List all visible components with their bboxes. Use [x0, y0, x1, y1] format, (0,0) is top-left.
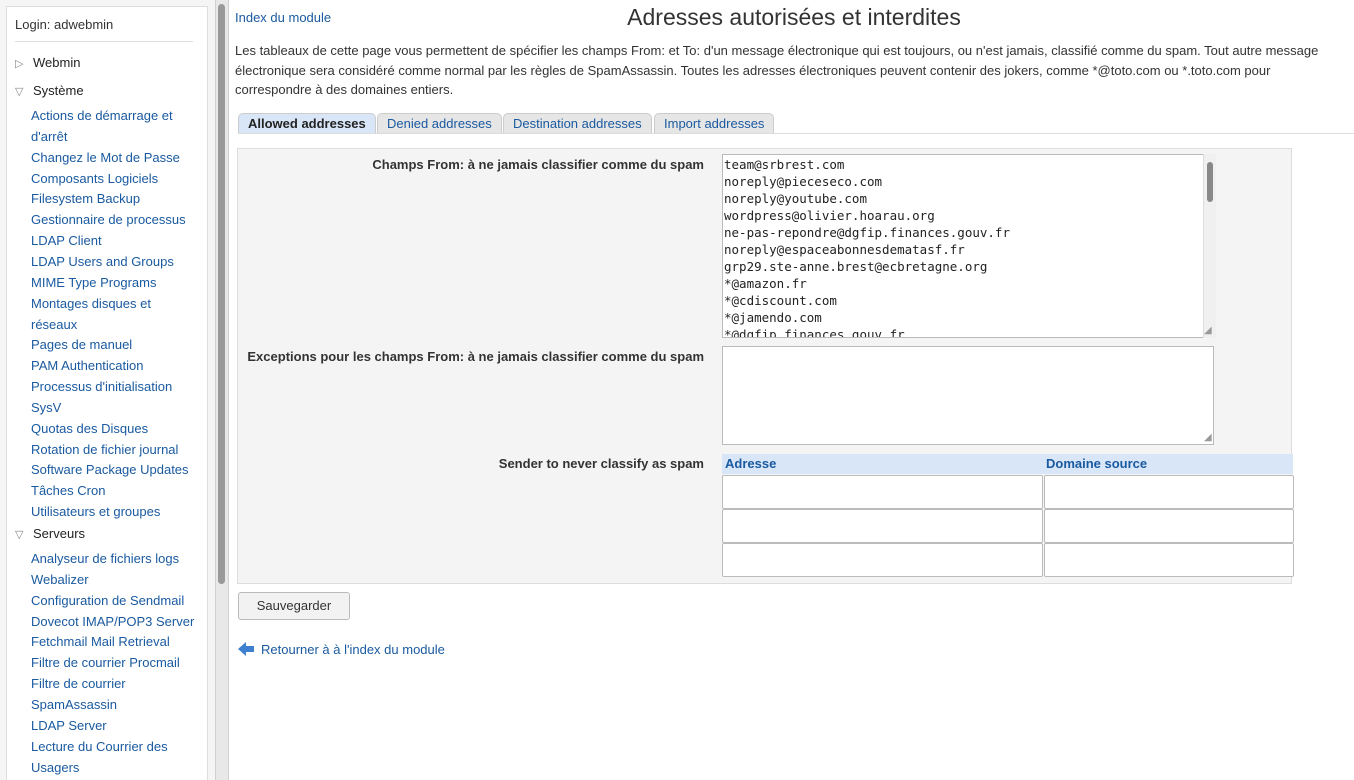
sidebar-item[interactable]: Pages de manuel — [31, 334, 203, 355]
sidebar-item[interactable]: Quotas des Disques — [31, 418, 203, 439]
sender-table-header: Adresse Domaine source — [722, 454, 1293, 474]
chevron-down-icon: ▽ — [15, 529, 24, 541]
intro-text: Les tableaux de cette page vous permette… — [235, 43, 1319, 97]
sidebar-item[interactable]: Filesystem Backup — [31, 188, 203, 209]
sidebar-scrollbar[interactable] — [215, 0, 229, 780]
resize-grip-icon[interactable]: ◢ — [1204, 433, 1214, 443]
arrow-left-icon — [238, 642, 254, 656]
from-label: Champs From: à ne jamais classifier comm… — [372, 157, 704, 172]
sidebar-panel: Login: adwebmin ▷ Webmin ▽ Système Actions… — [6, 6, 208, 780]
save-button[interactable]: Sauvegarder — [238, 592, 350, 620]
tab-allowed-addresses[interactable]: Allowed addresses — [238, 113, 376, 133]
sender-address-input-1[interactable] — [722, 475, 1043, 509]
chevron-right-icon: ▷ — [15, 58, 24, 70]
sidebar-item[interactable]: Composants Logiciels — [31, 168, 203, 189]
sender-domain-input-2[interactable] — [1044, 509, 1294, 543]
sidebar-item[interactable]: Analyseur de fichiers logs — [31, 548, 203, 569]
sidebar-item[interactable]: Actions de démarrage et — [31, 105, 203, 126]
sender-address-input-3[interactable] — [722, 543, 1043, 577]
allowed-addresses-form: Champs From: à ne jamais classifier comm… — [237, 148, 1294, 584]
category-serveurs[interactable]: ▽ Serveurs — [15, 526, 85, 541]
exceptions-label: Exceptions pour les champs From: à ne ja… — [247, 349, 704, 364]
resize-grip-icon[interactable]: ◢ — [1204, 326, 1214, 336]
sidebar-item[interactable]: Filtre de courrier Procmail — [31, 652, 203, 673]
sidebar-item[interactable]: Filtre de courrier — [31, 673, 203, 694]
scroll-thumb[interactable] — [1207, 162, 1213, 202]
category-systeme[interactable]: ▽ Système — [15, 83, 84, 98]
return-link[interactable]: Retourner à à l'index du module — [261, 642, 445, 657]
sidebar-item[interactable]: Utilisateurs et groupes — [31, 501, 203, 522]
sidebar-item[interactable]: Software Package Updates — [31, 459, 203, 480]
sidebar-item[interactable]: Webalizer — [31, 569, 203, 590]
sender-domain-input-1[interactable] — [1044, 475, 1294, 509]
sidebar-item[interactable]: Rotation de fichier journal — [31, 439, 203, 460]
sender-address-input-2[interactable] — [722, 509, 1043, 543]
category-label: Système — [33, 83, 84, 98]
login-label: Login: adwebmin — [15, 17, 114, 32]
category-label: Serveurs — [33, 526, 86, 541]
sidebar-item[interactable]: d'arrêt — [31, 126, 203, 147]
sidebar-item[interactable]: Dovecot IMAP/POP3 Server — [31, 611, 203, 632]
column-address: Adresse — [725, 456, 777, 471]
exceptions-textarea-wrap: ◢ — [722, 346, 1216, 445]
login-divider — [15, 41, 193, 42]
module-index-link[interactable]: Index du module — [235, 10, 331, 25]
from-addresses-textarea[interactable] — [722, 154, 1214, 338]
sidebar: Login: adwebmin ▷ Webmin ▽ Système Actions… — [0, 0, 215, 780]
scroll-thumb[interactable] — [218, 4, 225, 584]
sidebar-item[interactable]: LDAP Users and Groups — [31, 251, 203, 272]
chevron-down-icon: ▽ — [15, 86, 24, 98]
sidebar-item[interactable]: PAM Authentication — [31, 355, 203, 376]
tab-destination-addresses[interactable]: Destination addresses — [503, 113, 652, 133]
sidebar-item[interactable]: Gestionnaire de processus — [31, 209, 203, 230]
sidebar-item[interactable]: SpamAssassin — [31, 694, 203, 715]
sender-label: Sender to never classify as spam — [498, 456, 704, 471]
sidebar-item[interactable]: Tâches Cron — [31, 480, 203, 501]
main-content: Adresses autorisées et interdites Index … — [229, 0, 1354, 780]
tab-import-addresses[interactable]: Import addresses — [654, 113, 775, 133]
category-label: Webmin — [33, 55, 81, 70]
exceptions-textarea[interactable] — [722, 346, 1214, 445]
page-title: Adresses autorisées et interdites — [627, 4, 961, 30]
sidebar-item[interactable]: MIME Type Programs — [31, 272, 203, 293]
sidebar-item[interactable]: Fetchmail Mail Retrieval — [31, 631, 203, 652]
tab-denied-addresses[interactable]: Denied addresses — [377, 113, 502, 133]
from-textarea-wrap: ◢ — [722, 154, 1216, 338]
sender-domain-input-3[interactable] — [1044, 543, 1294, 577]
category-webmin[interactable]: ▷ Webmin — [15, 55, 80, 70]
sidebar-item[interactable]: Changez le Mot de Passe — [31, 147, 203, 168]
sidebar-item[interactable]: Processus d'initialisation — [31, 376, 203, 397]
sidebar-item[interactable]: réseaux — [31, 314, 203, 335]
sidebar-item[interactable]: Configuration de Sendmail — [31, 590, 203, 611]
sidebar-item[interactable]: LDAP Server — [31, 715, 203, 736]
tab-divider — [238, 133, 1354, 134]
sidebar-item[interactable]: Lecture du Courrier des — [31, 736, 203, 757]
sidebar-item[interactable]: LDAP Client — [31, 230, 203, 251]
sidebar-item[interactable]: Usagers — [31, 757, 203, 778]
from-textarea-scrollbar[interactable] — [1203, 154, 1216, 338]
column-source-domain: Domaine source — [1046, 456, 1148, 471]
sidebar-item[interactable]: Montages disques et — [31, 293, 203, 314]
sidebar-item[interactable]: SysV — [31, 397, 203, 418]
